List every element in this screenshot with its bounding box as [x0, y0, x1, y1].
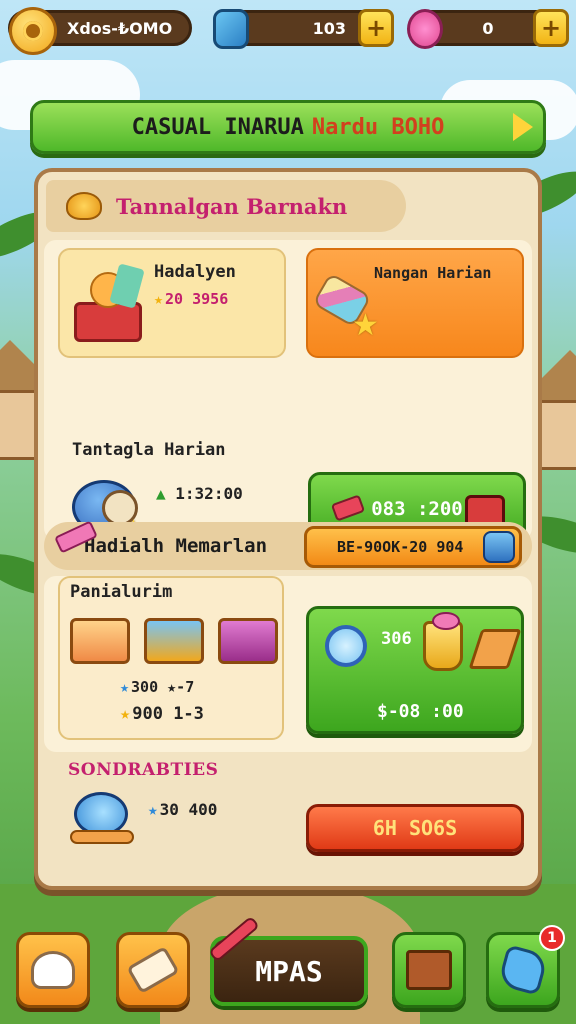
package-title: Panialurim	[70, 582, 173, 602]
jar-icon	[483, 531, 515, 563]
trophy-icon	[423, 612, 463, 671]
daily-reward-card[interactable]: Hadalyen ★ 20 3956	[58, 248, 286, 358]
gift-icon	[406, 950, 452, 990]
panel-title: Tannalgan Barnakn	[116, 193, 348, 219]
bottom-nav: MPAS 1	[0, 904, 576, 1024]
potion-icon	[213, 9, 249, 49]
banner-title: CASUAL INARUA	[131, 114, 304, 140]
resource-counter: 103 +	[213, 9, 394, 49]
info-pill[interactable]: BE-90OK-20 904	[304, 526, 522, 568]
package-section: Panialurim ★ 300 ★-7 ★ 900 1-3 306 $-08 :0…	[44, 576, 532, 752]
daily-mission-card[interactable]: ★ Nangan Harian	[306, 248, 524, 358]
wedge-icon	[468, 629, 522, 669]
row-title: Tantagla Harian	[72, 440, 226, 460]
section-title: Hadialh Memarlan	[84, 535, 268, 557]
card-title: Hadalyen	[154, 262, 236, 282]
daily-section: Hadalyen ★ 20 3956 ★ Nangan Harian Tantag…	[44, 240, 532, 549]
plus-icon: +	[365, 14, 387, 42]
key-icon	[330, 494, 366, 522]
shape-icon	[497, 944, 549, 996]
box-icon	[218, 618, 278, 664]
coin-counter: Xdos-₺OMO	[8, 7, 192, 55]
nav-mushroom-button[interactable]	[16, 932, 90, 1008]
bonus-button-label: 6H SO6S	[372, 816, 458, 840]
magnifier-icon	[325, 625, 367, 667]
snail-icon	[70, 790, 136, 850]
coin-label: Xdos-₺OMO	[67, 18, 173, 38]
nav-gift-button[interactable]	[392, 932, 466, 1008]
gem-value: 0	[482, 18, 494, 38]
arrow-right-icon[interactable]	[513, 113, 533, 141]
claim-package-count: 306	[381, 629, 412, 649]
box-icon	[70, 618, 130, 664]
basket-icon	[70, 263, 146, 344]
nav-hammer-button[interactable]	[116, 932, 190, 1008]
package-card[interactable]: Panialurim ★ 300 ★-7 ★ 900 1-3	[58, 576, 284, 740]
bonus-title: SONDRABTIES	[68, 760, 219, 780]
info-pill-label: BE-90OK-20 904	[337, 538, 464, 556]
title-banner[interactable]: CASUAL INARUA Nardu BOHO	[30, 100, 546, 154]
section-bar: Hadialh Memarlan BE-90OK-20 904	[44, 520, 532, 570]
package-line: ★ 900 1-3	[120, 704, 204, 724]
bonus-value: ★ 30 400	[148, 800, 218, 819]
banner-title-accent: Nardu BOHO	[311, 114, 445, 140]
claim-package-button[interactable]: 306 $-08 :00	[306, 606, 524, 734]
rewards-panel: Tannalgan Barnakn Hadalyen ★ 20 3956 ★ Na…	[34, 168, 542, 890]
mushroom-icon	[31, 951, 75, 989]
package-line: ★ 300 ★-7	[120, 678, 195, 696]
top-hud: Xdos-₺OMO 103 + 0 +	[8, 6, 569, 55]
gem-icon	[407, 9, 443, 49]
map-label: MPAS	[255, 954, 323, 988]
claim-package-price: $-08 :00	[377, 701, 464, 722]
plus-icon: +	[540, 14, 562, 42]
claim-label: 083 :200	[371, 498, 463, 520]
bonus-section: SONDRABTIES ★ 30 400 6H SO6S	[44, 760, 532, 878]
card-title: Nangan Harian	[374, 264, 492, 282]
map-button[interactable]: MPAS	[208, 915, 368, 1006]
card-value: ★ 20 3956	[154, 290, 229, 308]
resource-value: 103	[312, 18, 346, 38]
box-icon	[144, 618, 204, 664]
notification-badge: 1	[539, 925, 565, 951]
panel-header: Tannalgan Barnakn	[46, 180, 406, 232]
add-gems-button[interactable]: +	[533, 9, 569, 47]
bonus-button[interactable]: 6H SO6S	[306, 804, 524, 852]
nav-shape-button[interactable]: 1	[486, 925, 565, 1008]
cone-icon: ★	[312, 272, 379, 343]
candy-icon	[66, 192, 102, 220]
add-resource-button[interactable]: +	[358, 9, 394, 47]
timer-value: ▲ 1:32:00	[156, 484, 243, 503]
hammer-icon	[126, 946, 180, 994]
pencil-icon	[208, 915, 260, 963]
gem-counter: 0 +	[407, 9, 569, 49]
coin-icon	[9, 7, 57, 55]
star-icon: ★	[154, 290, 164, 308]
